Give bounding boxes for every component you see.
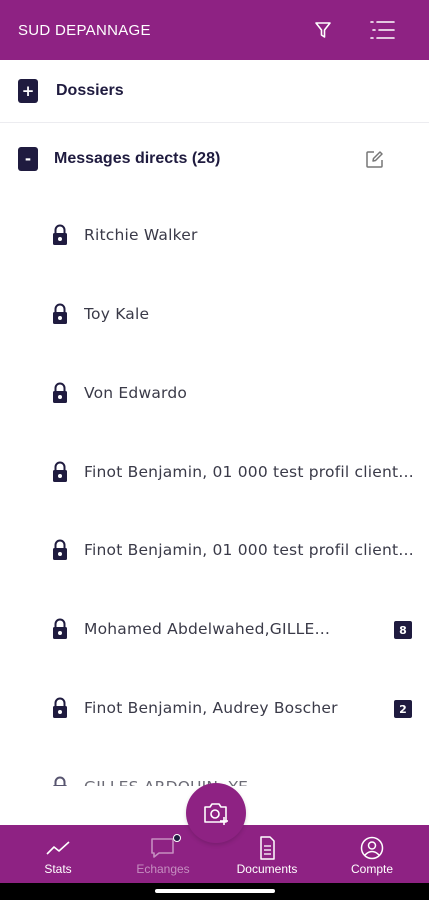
chart-line-icon	[46, 841, 70, 855]
lock-icon	[53, 697, 67, 718]
tab-stats[interactable]: Stats	[13, 825, 103, 883]
list-item[interactable]: Finot Benjamin, 01 000 test profil clien…	[0, 531, 429, 571]
lock-icon	[53, 618, 67, 639]
system-navigation-bar	[0, 883, 429, 900]
notification-dot	[173, 834, 181, 842]
conversation-name: Finot Benjamin, 01 000 test profil clien…	[84, 541, 414, 559]
list-item[interactable]: Finot Benjamin, Audrey Boscher 2	[0, 689, 429, 729]
dossiers-label: Dossiers	[56, 82, 124, 99]
list-item[interactable]: Mohamed Abdelwahed,GILLES ARDOUIN 8	[0, 610, 429, 650]
app-title: SUD DEPANNAGE	[18, 21, 151, 39]
dossiers-section-header[interactable]: + Dossiers	[0, 60, 429, 123]
direct-messages-section-header[interactable]: - Messages directs (28)	[0, 124, 429, 194]
conversation-list[interactable]: Ritchie Walker Toy Kale Von Edwardo Fino…	[0, 196, 429, 786]
camera-add-icon	[204, 803, 228, 825]
conversation-name: Finot Benjamin, 01 000 test profil clien…	[84, 463, 414, 481]
edit-icon[interactable]	[365, 150, 384, 169]
conversation-name: Ritchie Walker	[84, 226, 198, 244]
tab-compte[interactable]: Compte	[327, 825, 417, 883]
list-item[interactable]: Von Edwardo	[0, 374, 429, 414]
unread-badge: 2	[394, 700, 412, 718]
conversation-name: Von Edwardo	[84, 384, 188, 402]
conversation-name: GILLES ARDOUIN, YE	[84, 778, 414, 786]
home-indicator[interactable]	[155, 889, 275, 893]
camera-button[interactable]	[186, 783, 246, 843]
list-item[interactable]: Finot Benjamin, 01 000 test profil clien…	[0, 453, 429, 493]
app: SUD DEPANNAGE + Dossiers - Messages dire…	[0, 0, 429, 900]
direct-messages-label: Messages directs (28)	[54, 150, 221, 167]
list-item[interactable]: Toy Kale	[0, 295, 429, 335]
conversation-name: Finot Benjamin, Audrey Boscher	[84, 699, 338, 717]
tab-documents-label: Documents	[236, 862, 298, 876]
filter-icon[interactable]	[313, 20, 333, 40]
list-menu-icon[interactable]	[368, 18, 396, 42]
lock-icon	[53, 303, 67, 324]
lock-icon	[53, 224, 67, 245]
lock-icon	[53, 461, 67, 482]
list-item[interactable]: Ritchie Walker	[0, 216, 429, 256]
expand-icon[interactable]: +	[18, 79, 38, 103]
tab-compte-label: Compte	[350, 862, 394, 876]
lock-icon	[53, 539, 67, 560]
top-bar: SUD DEPANNAGE	[0, 0, 429, 60]
collapse-icon[interactable]: -	[18, 147, 38, 171]
conversation-name: Mohamed Abdelwahed,GILLES ARDOUIN	[84, 620, 339, 638]
unread-badge: 8	[394, 621, 412, 639]
tab-stats-label: Stats	[44, 862, 72, 876]
conversation-name: Toy Kale	[84, 305, 150, 323]
lock-icon	[53, 382, 67, 403]
account-icon	[360, 836, 384, 860]
document-icon	[260, 836, 275, 860]
lock-icon	[53, 776, 67, 786]
tab-echanges-label: Echanges	[136, 862, 190, 876]
